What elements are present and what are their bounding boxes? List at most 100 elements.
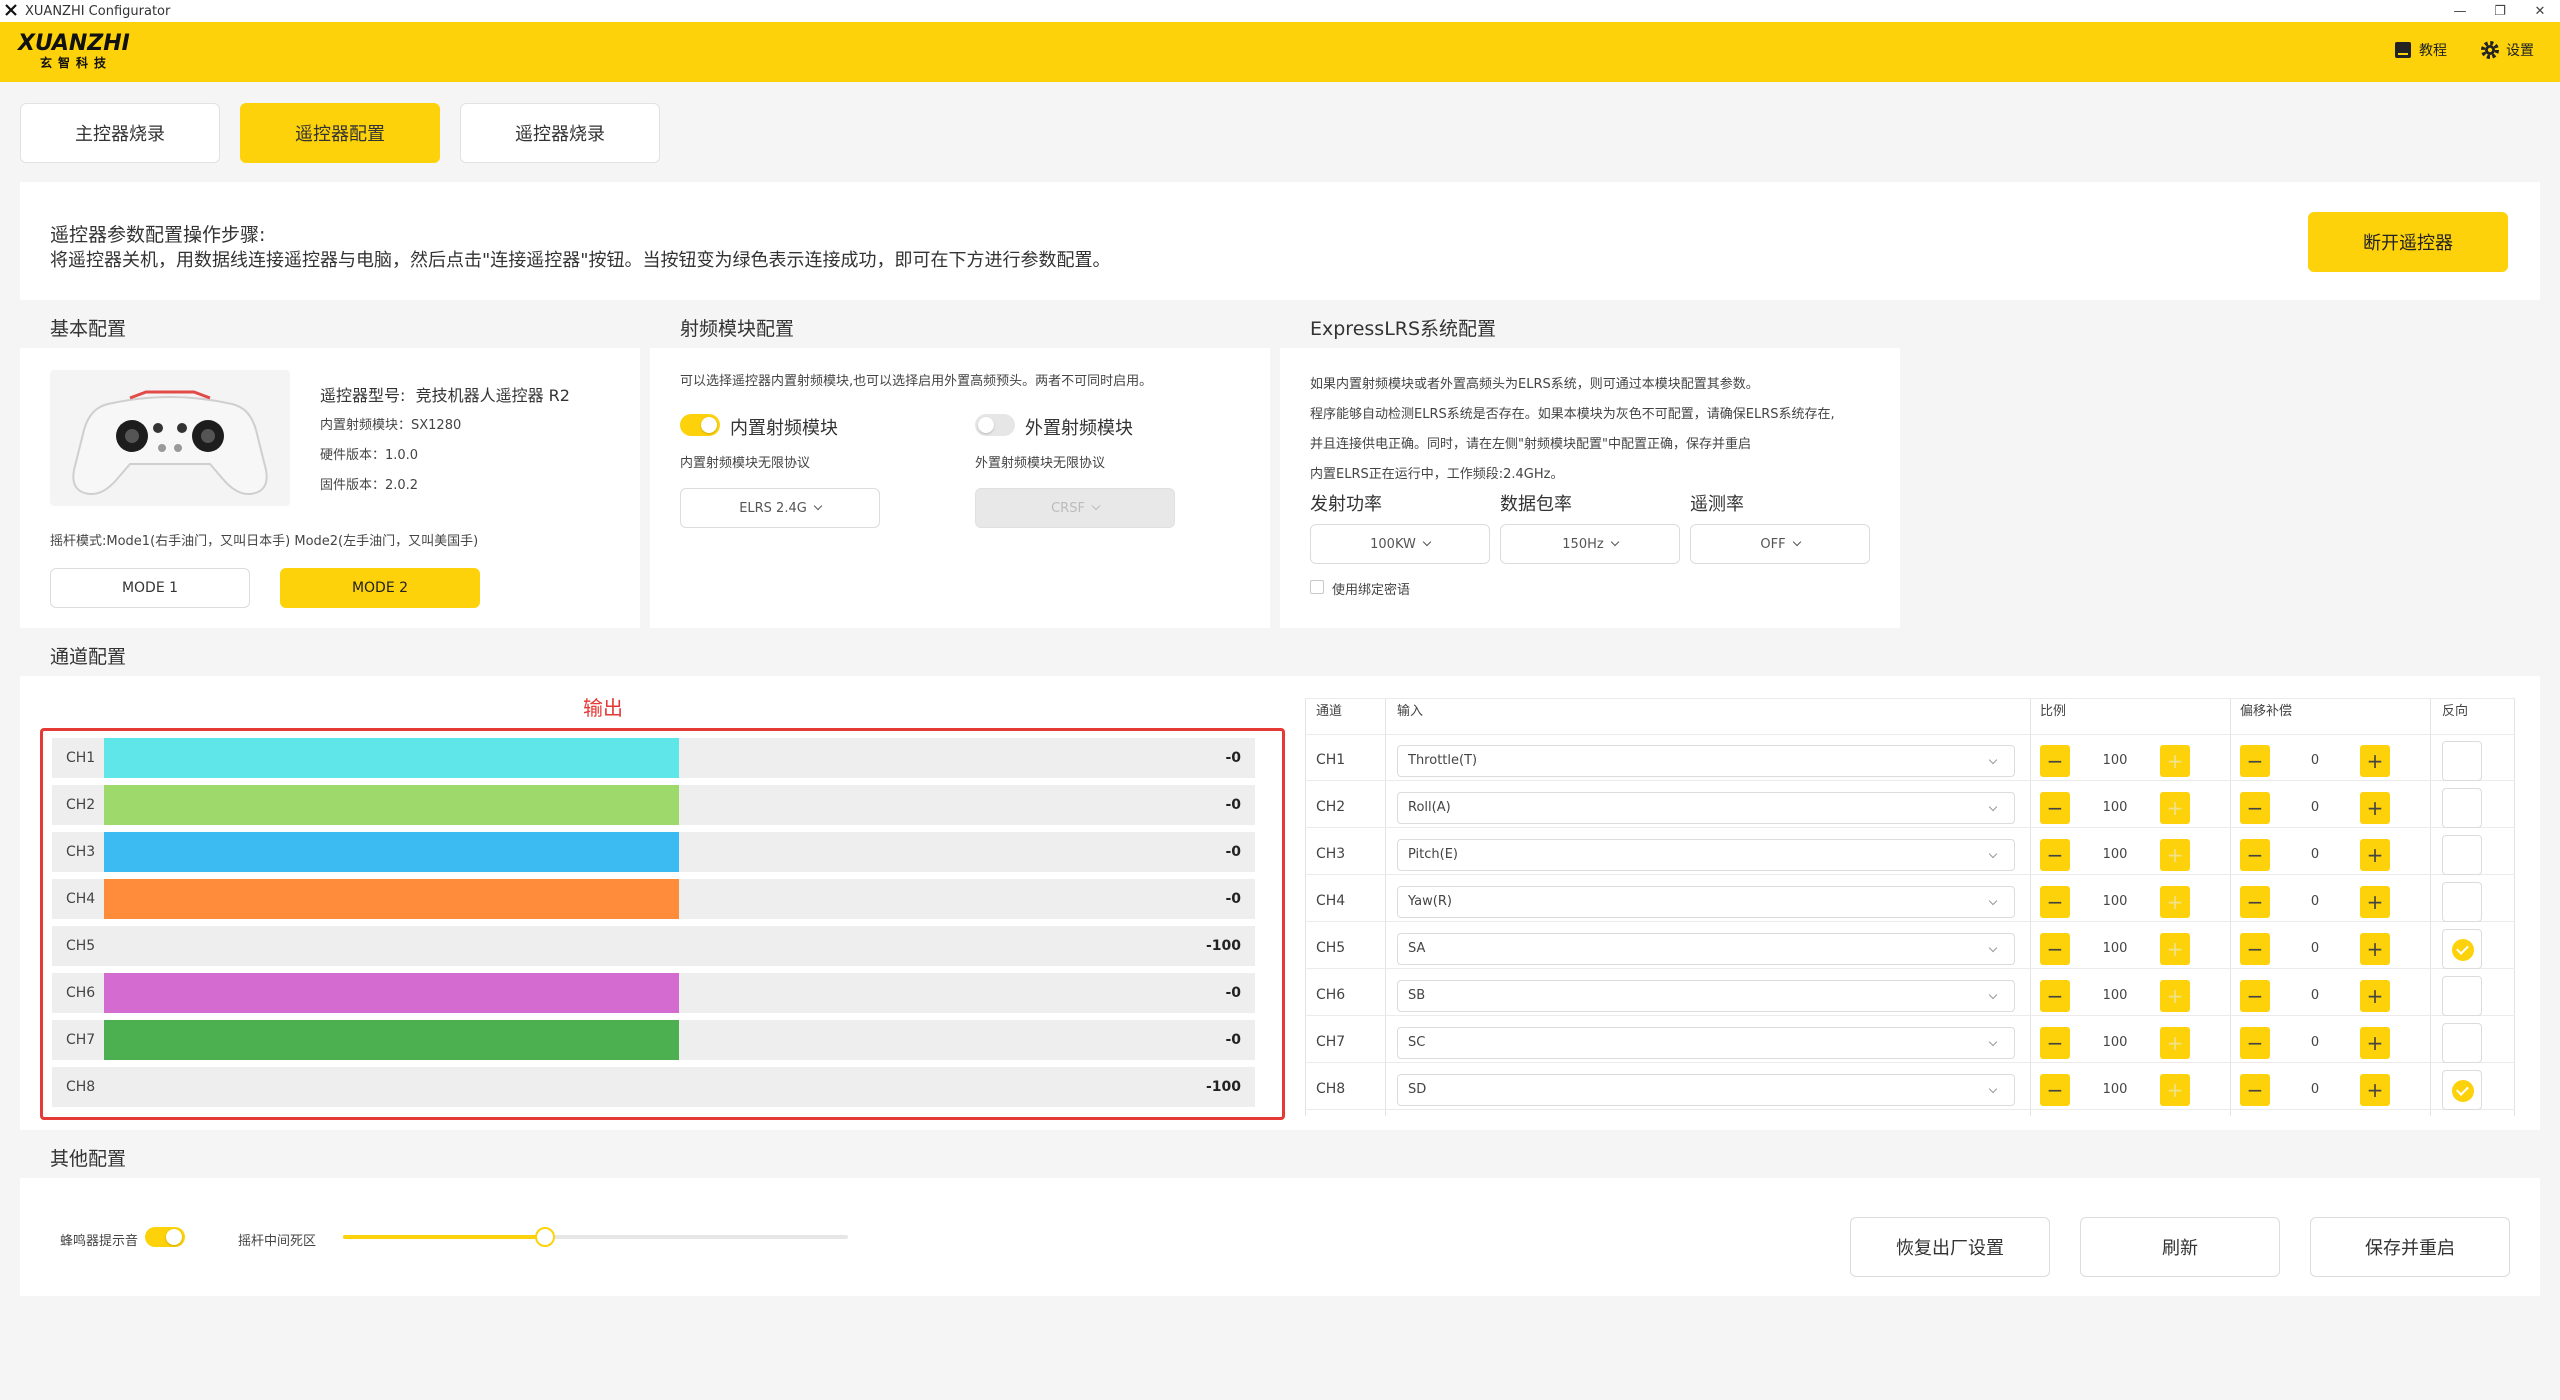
offset-value[interactable]: 0 bbox=[2285, 933, 2345, 965]
ratio-value[interactable]: 100 bbox=[2085, 1027, 2145, 1059]
channel-input-select[interactable]: SC bbox=[1397, 1027, 2015, 1059]
offset-decrement-button[interactable]: − bbox=[2240, 933, 2270, 965]
ratio-decrement-button[interactable]: − bbox=[2040, 933, 2070, 965]
logo-subtext: 玄智科技 bbox=[40, 56, 113, 70]
reverse-checkbox[interactable] bbox=[2442, 1023, 2482, 1063]
save-reboot-button[interactable]: 保存并重启 bbox=[2310, 1217, 2510, 1277]
ratio-decrement-button[interactable]: − bbox=[2040, 745, 2070, 777]
settings-button[interactable]: 设置 bbox=[2480, 40, 2534, 60]
offset-value[interactable]: 0 bbox=[2285, 839, 2345, 871]
offset-decrement-button[interactable]: − bbox=[2240, 1027, 2270, 1059]
ratio-decrement-button[interactable]: − bbox=[2040, 1027, 2070, 1059]
tutorial-button[interactable]: 教程 bbox=[2393, 40, 2447, 60]
deadzone-slider-track[interactable] bbox=[343, 1227, 848, 1247]
offset-increment-button[interactable]: + bbox=[2360, 1027, 2390, 1059]
channel-input-select[interactable]: SB bbox=[1397, 980, 2015, 1012]
offset-decrement-button[interactable]: − bbox=[2240, 1074, 2270, 1106]
offset-decrement-button[interactable]: − bbox=[2240, 792, 2270, 824]
reverse-checkbox[interactable] bbox=[2442, 976, 2482, 1016]
reverse-checkbox[interactable] bbox=[2442, 1070, 2482, 1110]
channel-input-select[interactable]: Pitch(E) bbox=[1397, 839, 2015, 871]
channel-bar-value: -100 bbox=[1205, 1079, 1241, 1095]
app-header: XUANZHI 玄智科技 教程 设置 bbox=[0, 22, 2560, 82]
ratio-increment-button[interactable]: + bbox=[2160, 933, 2190, 965]
ratio-value[interactable]: 100 bbox=[2085, 792, 2145, 824]
book-icon bbox=[2395, 42, 2411, 58]
offset-value[interactable]: 0 bbox=[2285, 980, 2345, 1012]
tab-remote-flash[interactable]: 遥控器烧录 bbox=[460, 103, 660, 163]
settings-label: 设置 bbox=[2506, 43, 2534, 59]
ratio-decrement-button[interactable]: − bbox=[2040, 1074, 2070, 1106]
offset-increment-button[interactable]: + bbox=[2360, 1074, 2390, 1106]
offset-increment-button[interactable]: + bbox=[2360, 886, 2390, 918]
tab-controller-flash[interactable]: 主控器烧录 bbox=[20, 103, 220, 163]
channel-bar-label: CH2 bbox=[66, 797, 96, 813]
offset-increment-button[interactable]: + bbox=[2360, 839, 2390, 871]
ratio-value[interactable]: 100 bbox=[2085, 1074, 2145, 1106]
offset-decrement-button[interactable]: − bbox=[2240, 980, 2270, 1012]
offset-increment-button[interactable]: + bbox=[2360, 980, 2390, 1012]
minimize-button[interactable]: — bbox=[2440, 0, 2480, 22]
offset-increment-button[interactable]: + bbox=[2360, 745, 2390, 777]
mode2-button[interactable]: MODE 2 bbox=[280, 568, 480, 608]
channel-input-select[interactable]: Roll(A) bbox=[1397, 792, 2015, 824]
ratio-decrement-button[interactable]: − bbox=[2040, 886, 2070, 918]
reverse-checkbox[interactable] bbox=[2442, 788, 2482, 828]
channel-bar-fill bbox=[104, 785, 679, 825]
ratio-value[interactable]: 100 bbox=[2085, 980, 2145, 1012]
external-rf-toggle[interactable] bbox=[975, 414, 1015, 436]
channel-input-select[interactable]: SA bbox=[1397, 933, 2015, 965]
buzzer-toggle[interactable] bbox=[145, 1227, 185, 1247]
disconnect-remote-button[interactable]: 断开遥控器 bbox=[2308, 212, 2508, 272]
channel-bar-fill bbox=[104, 879, 679, 919]
tab-remote-config[interactable]: 遥控器配置 bbox=[240, 103, 440, 163]
offset-value[interactable]: 0 bbox=[2285, 886, 2345, 918]
reverse-checkbox[interactable] bbox=[2442, 882, 2482, 922]
ratio-value[interactable]: 100 bbox=[2085, 933, 2145, 965]
reverse-checkbox[interactable] bbox=[2442, 835, 2482, 875]
reverse-checkbox[interactable] bbox=[2442, 929, 2482, 969]
offset-increment-button[interactable]: + bbox=[2360, 792, 2390, 824]
ratio-increment-button[interactable]: + bbox=[2160, 980, 2190, 1012]
ratio-increment-button[interactable]: + bbox=[2160, 792, 2190, 824]
channel-input-select[interactable]: Throttle(T) bbox=[1397, 745, 2015, 777]
offset-value[interactable]: 0 bbox=[2285, 1074, 2345, 1106]
external-protocol-select[interactable]: CRSF bbox=[975, 488, 1175, 528]
packet-rate-select[interactable]: 150Hz bbox=[1500, 524, 1680, 564]
tx-power-select[interactable]: 100KW bbox=[1310, 524, 1490, 564]
instructions-text: 将遥控器关机，用数据线连接遥控器与电脑，然后点击"连接遥控器"按钮。当按钮变为绿… bbox=[50, 250, 1111, 271]
mode1-button[interactable]: MODE 1 bbox=[50, 568, 250, 608]
close-button[interactable]: ✕ bbox=[2520, 0, 2560, 22]
offset-decrement-button[interactable]: − bbox=[2240, 745, 2270, 777]
offset-increment-button[interactable]: + bbox=[2360, 933, 2390, 965]
bind-phrase-checkbox[interactable] bbox=[1310, 580, 1324, 594]
offset-decrement-button[interactable]: − bbox=[2240, 886, 2270, 918]
internal-rf-toggle[interactable] bbox=[680, 414, 720, 436]
ratio-increment-button[interactable]: + bbox=[2160, 745, 2190, 777]
offset-value[interactable]: 0 bbox=[2285, 745, 2345, 777]
offset-decrement-button[interactable]: − bbox=[2240, 839, 2270, 871]
ratio-increment-button[interactable]: + bbox=[2160, 886, 2190, 918]
ratio-increment-button[interactable]: + bbox=[2160, 839, 2190, 871]
reverse-checkbox[interactable] bbox=[2442, 741, 2482, 781]
channel-input-select[interactable]: SD bbox=[1397, 1074, 2015, 1106]
ratio-value[interactable]: 100 bbox=[2085, 745, 2145, 777]
ratio-increment-button[interactable]: + bbox=[2160, 1027, 2190, 1059]
telemetry-rate-select[interactable]: OFF bbox=[1690, 524, 1870, 564]
channel-input-select[interactable]: Yaw(R) bbox=[1397, 886, 2015, 918]
restore-button[interactable]: ❐ bbox=[2480, 0, 2520, 22]
factory-reset-button[interactable]: 恢复出厂设置 bbox=[1850, 1217, 2050, 1277]
ratio-decrement-button[interactable]: − bbox=[2040, 839, 2070, 871]
offset-value[interactable]: 0 bbox=[2285, 792, 2345, 824]
refresh-button[interactable]: 刷新 bbox=[2080, 1217, 2280, 1277]
table-divider bbox=[1305, 968, 2515, 969]
deadzone-slider-handle[interactable] bbox=[535, 1227, 555, 1247]
ratio-decrement-button[interactable]: − bbox=[2040, 792, 2070, 824]
controller-image bbox=[50, 370, 290, 506]
ratio-increment-button[interactable]: + bbox=[2160, 1074, 2190, 1106]
ratio-value[interactable]: 100 bbox=[2085, 886, 2145, 918]
ratio-value[interactable]: 100 bbox=[2085, 839, 2145, 871]
offset-value[interactable]: 0 bbox=[2285, 1027, 2345, 1059]
internal-protocol-select[interactable]: ELRS 2.4G bbox=[680, 488, 880, 528]
ratio-decrement-button[interactable]: − bbox=[2040, 980, 2070, 1012]
